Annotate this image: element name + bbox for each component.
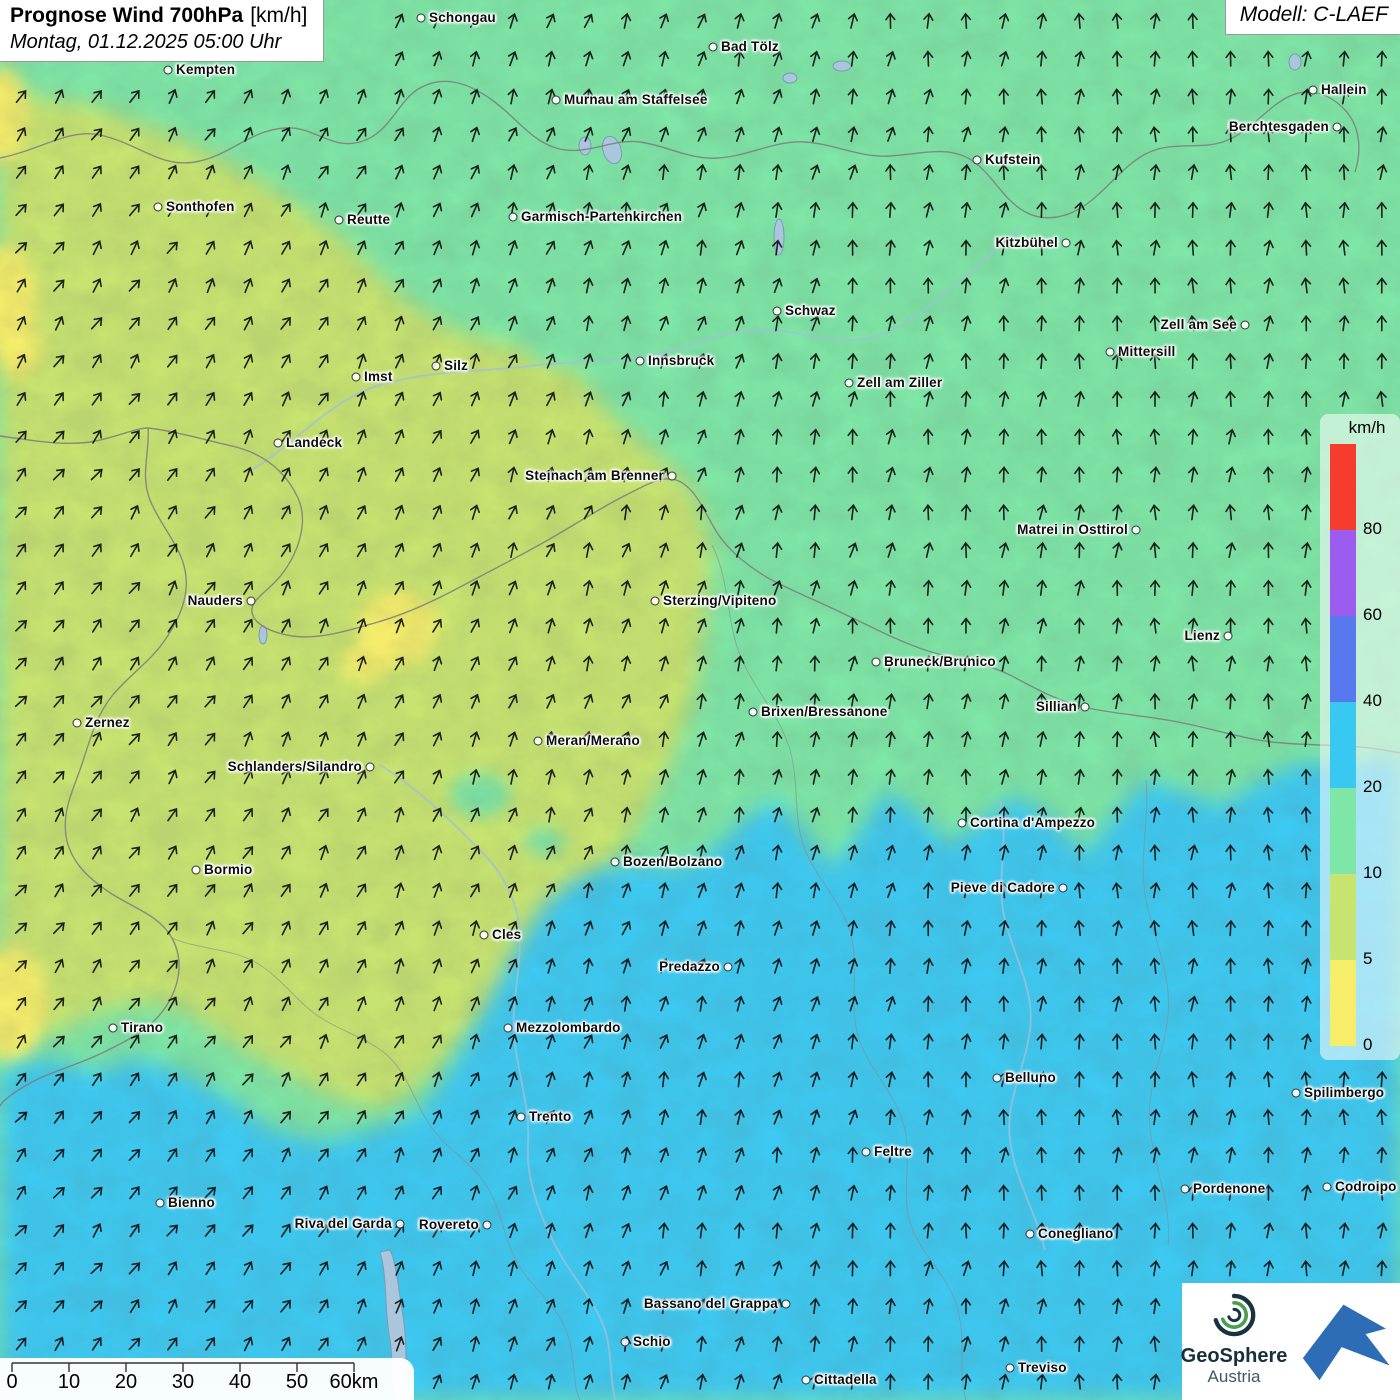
legend-row: 60: [1330, 530, 1400, 616]
legend-value-label: 5: [1363, 949, 1372, 969]
legend-row: 0: [1330, 960, 1400, 1046]
scale-number: 30: [172, 1371, 194, 1394]
title-unit: [km/h]: [250, 4, 307, 27]
forecast-datetime: Montag, 01.12.2025 05:00 Uhr: [10, 31, 307, 54]
geosphere-blue-mark-icon: [1289, 1288, 1397, 1396]
wind-speed-legend: km/h 806040201050: [1320, 414, 1400, 1060]
scale-number: 50: [286, 1371, 308, 1394]
model-label: Modell: C-LAEF: [1225, 0, 1400, 35]
legend-color-bar: 806040201050: [1320, 444, 1400, 1046]
scale-number: 0: [6, 1371, 17, 1394]
title-text: Prognose Wind 700hPa: [10, 4, 243, 27]
legend-row: 5: [1330, 874, 1400, 960]
legend-row: 20: [1330, 702, 1400, 788]
scale-number: 40: [229, 1371, 251, 1394]
legend-swatch: [1330, 960, 1356, 1046]
scale-number: 20: [115, 1371, 137, 1394]
legend-value-label: 60: [1363, 605, 1382, 625]
geosphere-swirl-icon: [1206, 1289, 1262, 1341]
legend-row: 40: [1330, 616, 1400, 702]
weather-map: [0, 0, 1400, 1400]
legend-swatch: [1330, 616, 1356, 702]
geosphere-logo-left: GeoSphere Austria: [1182, 1283, 1286, 1400]
legend-swatch: [1330, 702, 1356, 788]
page-title: Prognose Wind 700hPa [km/h]: [10, 4, 307, 28]
geosphere-logo-panel: GeoSphere Austria: [1182, 1283, 1400, 1400]
legend-value-label: 40: [1363, 691, 1382, 711]
legend-swatch: [1330, 874, 1356, 960]
legend-swatch: [1330, 530, 1356, 616]
legend-unit-label: km/h: [1334, 418, 1400, 438]
legend-row: 80: [1330, 444, 1400, 530]
scale-number: 60km: [330, 1371, 379, 1394]
legend-swatch: [1330, 444, 1356, 530]
legend-value-label: 0: [1363, 1035, 1372, 1055]
logo-brand-text: GeoSphere: [1181, 1345, 1288, 1367]
legend-value-label: 20: [1363, 777, 1382, 797]
logo-country-text: Austria: [1208, 1367, 1261, 1387]
scale-number: 10: [58, 1371, 80, 1394]
forecast-title-panel: Prognose Wind 700hPa [km/h] Montag, 01.12…: [0, 0, 324, 62]
geosphere-logo-right: [1286, 1283, 1400, 1400]
legend-row: 10: [1330, 788, 1400, 874]
legend-value-label: 80: [1363, 519, 1382, 539]
map-scale-bar: 0 10 20 30 40 50 60km: [0, 1358, 414, 1400]
legend-swatch: [1330, 788, 1356, 874]
legend-value-label: 10: [1363, 863, 1382, 883]
